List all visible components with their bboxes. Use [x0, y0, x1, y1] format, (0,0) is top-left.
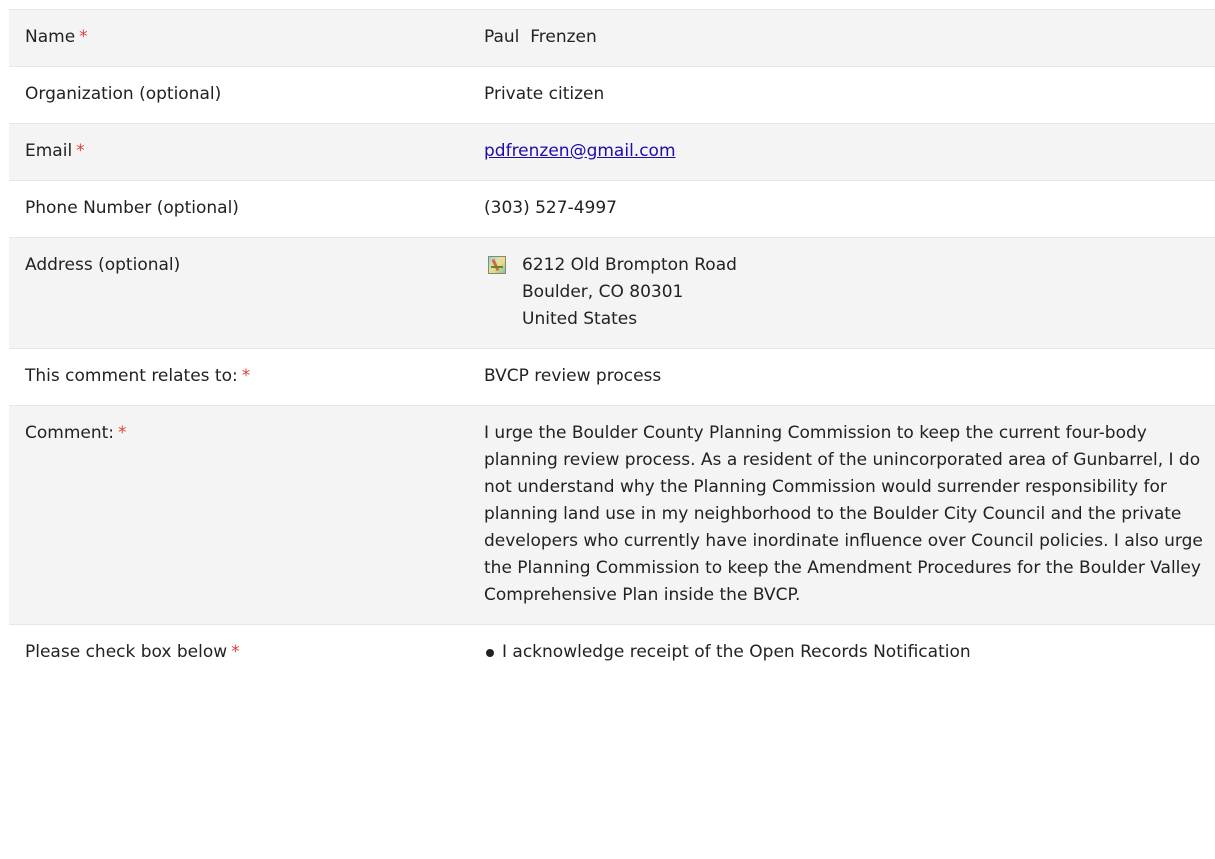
address-lines: 6212 Old Brompton Road Boulder, CO 80301… — [522, 252, 737, 333]
acknowledgement-text: I acknowledge receipt of the Open Record… — [502, 642, 971, 662]
email-value: pdfrenzen@gmail.com — [484, 138, 1215, 165]
map-icon[interactable] — [488, 256, 506, 274]
relates-value: BVCP review process — [484, 366, 662, 386]
name-label-text: Name — [25, 27, 76, 47]
address-line-3: United States — [522, 309, 638, 329]
comment-label-text: Comment: — [25, 423, 115, 443]
row-address: Address (optional) 6212 Old Brompton Roa… — [9, 238, 1215, 349]
email-label: Email * — [9, 138, 484, 165]
required-marker: * — [76, 141, 85, 161]
row-comment: Comment: * I urge the Boulder County Plan… — [9, 406, 1215, 625]
bullet-icon — [486, 648, 494, 657]
row-phone: Phone Number (optional) (303) 527-4997 — [9, 181, 1215, 238]
row-organization: Organization (optional) Private citizen — [9, 67, 1215, 124]
phone-value: (303) 527-4997 — [484, 198, 617, 218]
address-label: Address (optional) — [25, 255, 181, 275]
phone-label: Phone Number (optional) — [25, 198, 239, 218]
checkbox-label-text: Please check box below — [25, 642, 228, 662]
email-label-text: Email — [25, 141, 73, 161]
comment-value: I urge the Boulder County Planning Commi… — [484, 423, 1203, 605]
submission-details-table: Name * Paul Frenzen Organization (optiona… — [9, 9, 1215, 666]
row-checkbox: Please check box below * I acknowledge re… — [9, 625, 1215, 666]
relates-label: This comment relates to: * — [9, 363, 484, 390]
address-value: 6212 Old Brompton Road Boulder, CO 80301… — [484, 252, 1215, 333]
acknowledgement-item: I acknowledge receipt of the Open Record… — [484, 639, 1215, 666]
name-value: Paul Frenzen — [484, 27, 597, 47]
required-marker: * — [118, 423, 127, 443]
row-relates-to: This comment relates to: * BVCP review pr… — [9, 349, 1215, 406]
email-link[interactable]: pdfrenzen@gmail.com — [484, 141, 676, 161]
row-name: Name * Paul Frenzen — [9, 10, 1215, 67]
row-email: Email * pdfrenzen@gmail.com — [9, 124, 1215, 181]
organization-value: Private citizen — [484, 84, 605, 104]
address-line-2: Boulder, CO 80301 — [522, 282, 684, 302]
comment-label: Comment: * — [9, 420, 484, 609]
checkbox-label: Please check box below * — [9, 639, 484, 666]
required-marker: * — [231, 642, 240, 662]
name-label: Name * — [9, 24, 484, 51]
required-marker: * — [79, 27, 88, 47]
relates-label-text: This comment relates to: — [25, 366, 238, 386]
required-marker: * — [241, 366, 251, 386]
organization-label: Organization (optional) — [25, 84, 222, 104]
address-line-1: 6212 Old Brompton Road — [522, 255, 737, 275]
